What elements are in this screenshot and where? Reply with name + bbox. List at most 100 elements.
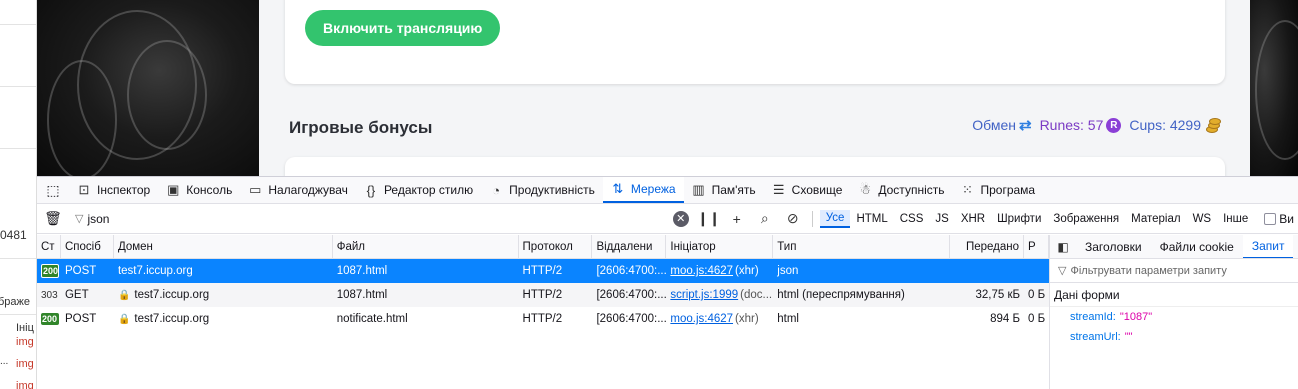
search-icon[interactable]: ⌕ — [753, 208, 777, 230]
lock-icon: 🔒 — [117, 289, 131, 301]
tab-debugger[interactable]: ▭ Налагоджувач — [240, 177, 356, 203]
page-left-strip: 0481 браже Ініц img ... img img — [0, 0, 37, 389]
table-row[interactable]: 303 GET 🔒 test7.iccup.org 1087.html HTTP/… — [37, 283, 1049, 307]
file-cell: notificate.html — [336, 313, 408, 325]
tab-console[interactable]: ▣ Консоль — [158, 177, 240, 203]
tab-cookies[interactable]: Файли cookie — [1151, 235, 1243, 258]
divider — [0, 258, 36, 259]
divider — [0, 24, 36, 25]
remote-cell: [2606:4700:... — [596, 289, 667, 301]
type-filter-fonts[interactable]: Шрифти — [991, 211, 1047, 227]
filter-tools: ✕ ❙❙ + ⌕ ⊘ Усе HTML CSS JS XHR Шрифти Зо… — [669, 208, 1298, 230]
clear-requests-trash-icon[interactable]: 🗑 — [37, 210, 69, 227]
url-filter: ▽ — [69, 211, 669, 226]
cups-label: Cups: 4299 — [1129, 117, 1201, 133]
exchange-link[interactable]: Обмен ⇄ — [972, 116, 1031, 134]
request-table: Ст Спосіб Домен Файл Протокол Віддалени … — [37, 235, 1050, 389]
type-cell: json — [777, 265, 799, 277]
remote-cell: [2606:4700:... — [596, 265, 667, 277]
enable-stream-button[interactable]: Включить трансляцию — [305, 10, 501, 46]
page-content: Включить трансляцию Игровые бонусы Обмен… — [259, 0, 1250, 197]
element-picker-icon[interactable]: ⬚ — [37, 177, 69, 203]
type-filter-media[interactable]: Матеріал — [1125, 211, 1186, 227]
url-filter-input[interactable] — [87, 211, 388, 226]
table-row[interactable]: 200 POST 🔒 test7.iccup.org notificate.htm… — [37, 307, 1049, 331]
col-initiator[interactable]: Ініціатор — [666, 235, 774, 258]
param-filter-placeholder: Фільтрувати параметри запиту — [1070, 264, 1227, 277]
left-column-header: Ініц — [16, 322, 34, 334]
network-icon: ⇅ — [612, 181, 624, 196]
initiator-link[interactable]: script.js:1999 — [670, 289, 738, 301]
pause-icon[interactable]: ❙❙ — [697, 208, 721, 230]
tab-request[interactable]: Запит — [1242, 235, 1294, 258]
status-badge: 200 — [41, 313, 59, 325]
debugger-icon: ▭ — [249, 182, 262, 197]
filter-funnel-icon: ▽ — [75, 213, 84, 225]
col-remote[interactable]: Віддалени — [592, 235, 667, 258]
runes-counter: Runes: 57 R — [1040, 117, 1122, 133]
performance-icon: ◔ — [492, 182, 501, 198]
left-number: 0481 — [0, 228, 27, 242]
form-data-row: streamId: "1087" — [1070, 311, 1153, 323]
toggle-sidebar-icon[interactable]: ◧ — [1050, 240, 1076, 254]
block-requests-icon[interactable]: ⊘ — [781, 208, 805, 230]
param-filter[interactable]: ▽ Фільтрувати параметри запиту — [1050, 259, 1298, 283]
type-filter-css[interactable]: CSS — [894, 211, 930, 227]
tab-application[interactable]: ⁙ Програма — [952, 177, 1043, 203]
devtools-panel: ⬚ ⊡ Інспектор ▣ Консоль ▭ Налагоджувач {} Ре… — [37, 176, 1298, 389]
col-method[interactable]: Спосіб — [61, 235, 114, 258]
divider — [811, 210, 813, 227]
type-filter-all[interactable]: Усе — [819, 209, 851, 228]
tab-accessibility[interactable]: ☃ Доступність — [850, 177, 952, 203]
left-row-prefix: ... — [0, 356, 9, 367]
add-request-blocking-icon[interactable]: + — [725, 208, 749, 230]
type-filter-other[interactable]: Інше — [1217, 211, 1254, 227]
left-truncated-text: браже — [0, 296, 31, 308]
col-size[interactable]: Р — [1024, 235, 1050, 258]
type-filter-js[interactable]: JS — [929, 211, 954, 227]
divider — [0, 148, 36, 149]
size-cell — [1024, 259, 1049, 283]
domain-cell: test7.iccup.org — [117, 265, 193, 277]
form-data-heading[interactable]: Дані форми — [1050, 283, 1298, 307]
disable-cache-checkbox[interactable]: Ви — [1254, 212, 1294, 226]
file-cell: 1087.html — [336, 289, 388, 301]
type-filter-ws[interactable]: WS — [1187, 211, 1218, 227]
col-status[interactable]: Ст — [37, 235, 61, 258]
network-body: Ст Спосіб Домен Файл Протокол Віддалени … — [37, 235, 1298, 389]
tab-style-editor[interactable]: {} Редактор стилю — [356, 177, 481, 203]
storage-icon: ☰ — [772, 182, 785, 197]
tab-performance[interactable]: ◔ Продуктивність — [481, 177, 603, 203]
type-filter-xhr[interactable]: XHR — [955, 211, 991, 227]
col-transferred[interactable]: Передано — [950, 235, 1025, 258]
col-file[interactable]: Файл — [333, 235, 519, 258]
size-cell: 0 Б — [1028, 313, 1046, 325]
col-protocol[interactable]: Протокол — [519, 235, 593, 258]
initiator-link[interactable]: moo.js:4627 — [670, 265, 733, 277]
initiator-link[interactable]: moo.js:4627 — [670, 313, 733, 325]
type-filter-html[interactable]: HTML — [850, 211, 893, 227]
col-domain[interactable]: Домен — [114, 235, 333, 258]
tab-network[interactable]: ⇅ Мережа — [602, 177, 684, 203]
tab-inspector[interactable]: ⊡ Інспектор — [69, 177, 158, 203]
protocol-cell: HTTP/2 — [522, 289, 563, 301]
tab-memory[interactable]: ▥ Пам'ять — [684, 177, 764, 203]
tab-headers[interactable]: Заголовки — [1076, 235, 1151, 258]
cups-counter: Cups: 4299 — [1129, 117, 1222, 133]
divider — [0, 314, 36, 315]
accessibility-icon: ☃ — [859, 182, 872, 197]
transferred-cell — [950, 259, 1024, 283]
tab-storage[interactable]: ☰ Сховище — [764, 177, 851, 203]
domain-cell: 🔒 test7.iccup.org — [117, 313, 210, 325]
left-row-value: img — [16, 358, 34, 370]
left-row-value: img — [16, 380, 34, 389]
filter-funnel-icon: ▽ — [1058, 265, 1067, 277]
type-filters: Усе HTML CSS JS XHR Шрифти Зображення Ма… — [819, 209, 1294, 228]
protocol-cell: HTTP/2 — [522, 313, 563, 325]
table-row[interactable]: 200 POST test7.iccup.org 1087.html HTTP/… — [37, 259, 1049, 283]
type-filter-images[interactable]: Зображення — [1047, 211, 1125, 227]
clear-filter-button[interactable]: ✕ — [669, 208, 693, 230]
runes-label: Runes: 57 — [1039, 117, 1104, 133]
col-type[interactable]: Тип — [773, 235, 951, 258]
status-text: 303 — [41, 289, 58, 301]
